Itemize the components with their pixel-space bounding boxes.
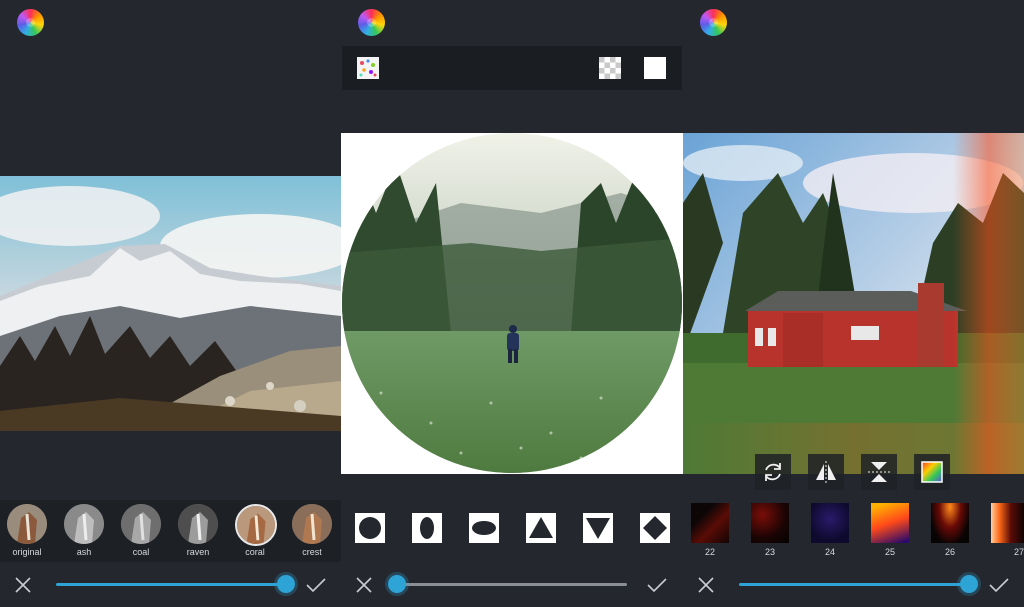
white-background-icon[interactable] xyxy=(644,57,666,79)
texture-label: 26 xyxy=(944,547,955,557)
texture-thumb-26[interactable] xyxy=(931,503,969,543)
shape-ellipse-vertical-button[interactable] xyxy=(412,513,442,543)
filter-thumb-raven[interactable] xyxy=(178,504,218,544)
intensity-slider-track[interactable] xyxy=(397,583,627,586)
check-icon[interactable] xyxy=(988,576,1010,594)
filter-thumb-original[interactable] xyxy=(7,504,47,544)
texture-thumb-24[interactable] xyxy=(811,503,849,543)
pattern-background-icon[interactable] xyxy=(357,57,379,79)
intensity-slider-handle[interactable] xyxy=(277,575,295,593)
shape-canvas xyxy=(341,133,683,474)
shape-ellipse-horizontal-button[interactable] xyxy=(469,513,499,543)
flip-horizontal-icon xyxy=(816,461,836,483)
texture-label: 24 xyxy=(824,547,835,557)
texture-thumb-23[interactable] xyxy=(751,503,789,543)
transparent-background-icon[interactable] xyxy=(599,57,621,79)
color-palette-icon xyxy=(921,461,943,483)
filter-label: coal xyxy=(132,547,150,557)
filter-thumb-coal[interactable] xyxy=(121,504,161,544)
intensity-slider-handle[interactable] xyxy=(388,575,406,593)
background-toolbar xyxy=(342,46,682,90)
shape-triangle-down-button[interactable] xyxy=(583,513,613,543)
filter-label: raven xyxy=(186,547,210,557)
close-icon[interactable] xyxy=(355,576,373,594)
flip-vertical-button[interactable] xyxy=(861,454,897,490)
check-icon[interactable] xyxy=(646,576,668,594)
overlay-panel: 22 23 24 25 26 27 xyxy=(683,0,1024,607)
shape-rounded-square-button[interactable] xyxy=(355,513,385,543)
rotate-button[interactable] xyxy=(755,454,791,490)
texture-label: 25 xyxy=(884,547,895,557)
app-logo-icon[interactable] xyxy=(700,9,727,36)
filter-label: coral xyxy=(245,547,265,557)
flip-horizontal-button[interactable] xyxy=(808,454,844,490)
shape-diamond-button[interactable] xyxy=(640,513,670,543)
texture-label: 22 xyxy=(704,547,715,557)
intensity-slider-track[interactable] xyxy=(739,583,969,586)
texture-thumb-25[interactable] xyxy=(871,503,909,543)
filter-label: crest xyxy=(302,547,322,557)
check-icon[interactable] xyxy=(305,576,327,594)
filter-label: original xyxy=(12,547,42,557)
app-logo-icon[interactable] xyxy=(17,9,44,36)
shape-panel xyxy=(341,0,683,607)
color-palette-button[interactable] xyxy=(914,454,950,490)
intensity-slider-handle[interactable] xyxy=(960,575,978,593)
intensity-slider-track[interactable] xyxy=(56,583,286,586)
filter-thumb-coral[interactable] xyxy=(235,504,277,546)
flip-vertical-icon xyxy=(868,462,890,482)
filter-label: ash xyxy=(76,547,92,557)
texture-thumb-22[interactable] xyxy=(691,503,729,543)
rotate-icon xyxy=(765,463,781,481)
close-icon[interactable] xyxy=(697,576,715,594)
texture-label: 27 xyxy=(1013,547,1024,557)
filter-thumb-crest[interactable] xyxy=(292,504,332,544)
mountain-photo xyxy=(0,176,341,431)
red-house-photo xyxy=(683,133,1024,474)
filter-thumb-ash[interactable] xyxy=(64,504,104,544)
app-logo-icon[interactable] xyxy=(358,9,385,36)
shape-triangle-up-button[interactable] xyxy=(526,513,556,543)
close-icon[interactable] xyxy=(14,576,32,594)
texture-label: 23 xyxy=(764,547,775,557)
filter-panel: original ash coal raven coral crest xyxy=(0,0,341,607)
texture-thumb-27[interactable] xyxy=(991,503,1024,543)
